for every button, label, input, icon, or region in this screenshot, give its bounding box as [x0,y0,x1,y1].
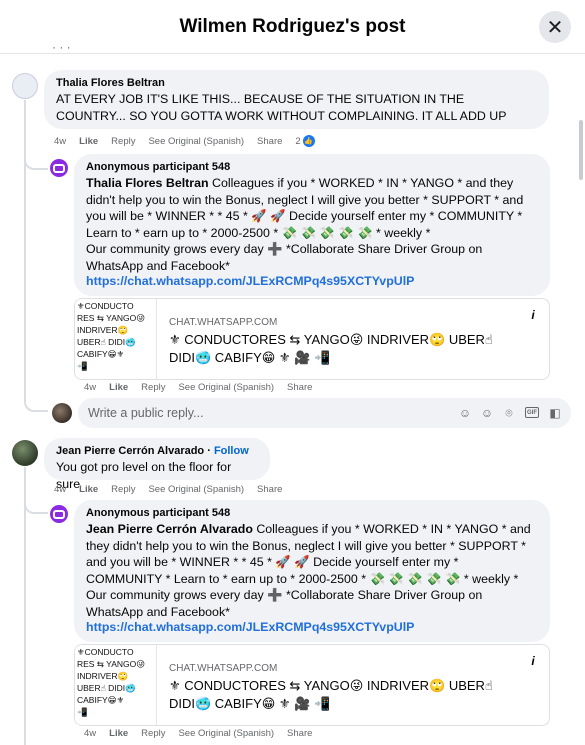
link-preview-thumbnail: ⚜CONDUCTO RES ⇆ YANGO😜 INDRIVER🙄 UBER☝ D… [75,645,157,725]
reply-button[interactable]: Reply [111,484,135,495]
like-reaction-icon: 👍 [302,135,315,147]
link-preview-domain: CHAT.WHATSAPP.COM [169,663,278,674]
like-button[interactable]: Like [109,728,128,739]
whatsapp-link[interactable]: https://chat.whatsapp.com/JLExRCMPq4s95X… [86,620,538,634]
comment-author[interactable]: Jean Pierre Cerrón Alvarado [56,445,204,457]
avatar[interactable] [12,440,38,466]
avatar-sticker-icon[interactable]: ☺ [458,406,472,420]
scrollbar[interactable] [579,120,583,180]
whatsapp-link[interactable]: https://chat.whatsapp.com/JLExRCMPq4s95X… [86,274,538,288]
reply-time[interactable]: 4w [84,382,96,393]
follow-button[interactable]: Follow [214,445,249,457]
thread-line [24,100,26,390]
reply-text: Thalia Flores Beltran Colleagues if you … [86,175,538,241]
thread-connector [24,390,48,412]
reply-author[interactable]: Anonymous participant 548 [86,507,538,519]
comment-text: AT EVERY JOB IT'S LIKE THIS... BECAUSE O… [56,92,507,123]
see-original-button[interactable]: See Original (Spanish) [148,136,244,147]
reply-text-2: Our community grows every day ➕ *Collabo… [86,588,483,619]
reply-actions: 4w Like Reply See Original (Spanish) Sha… [84,728,312,739]
close-icon[interactable]: ✕ [539,11,571,43]
gif-icon[interactable]: GIF [525,407,539,418]
reply-time[interactable]: 4w [84,728,96,739]
like-button[interactable]: Like [109,382,128,393]
like-button[interactable]: Like [79,136,98,147]
info-icon[interactable]: i [523,651,543,671]
anonymous-avatar-icon[interactable] [50,505,68,523]
reply-author[interactable]: Anonymous participant 548 [86,161,538,173]
avatar[interactable] [12,73,38,99]
reply-bubble: Anonymous participant 548 Jean Pierre Ce… [74,500,550,642]
reply-button[interactable]: Reply [111,136,135,147]
reaction-count[interactable]: 2 👍 [295,135,315,147]
camera-icon[interactable]: ⌾ [502,406,516,420]
anonymous-avatar-icon[interactable] [50,159,68,177]
reply-button[interactable]: Reply [141,728,165,739]
share-button[interactable]: Share [287,382,312,393]
info-icon[interactable]: i [523,305,543,325]
emoji-icon[interactable]: ☺ [480,406,494,420]
post-dialog-header: Wilmen Rodriguez's post ✕ [0,0,585,54]
previous-comment-peek: · · · [52,40,71,54]
mention-link[interactable]: Thalia Flores Beltran [86,176,209,190]
dialog-title: Wilmen Rodriguez's post [179,16,406,37]
comment-actions: 4w Like Reply See Original (Spanish) Sha… [54,135,315,147]
thread-connector [24,490,48,514]
current-user-avatar[interactable] [52,403,72,423]
link-preview-title: ⚜ CONDUCTORES ⇆ YANGO😜 INDRIVER🙄 UBER☝ D… [169,678,493,711]
reply-text: Jean Pierre Cerrón Alvarado Colleagues i… [86,521,538,587]
thread-connector [24,150,48,170]
link-preview-card[interactable]: ⚜CONDUCTO RES ⇆ YANGO😜 INDRIVER🙄 UBER☝ D… [74,298,550,380]
like-button[interactable]: Like [79,484,98,495]
comment-author[interactable]: Thalia Flores Beltran [56,77,537,89]
mention-link[interactable]: Jean Pierre Cerrón Alvarado [86,522,253,536]
link-preview-thumbnail: ⚜CONDUCTO RES ⇆ YANGO😜 INDRIVER🙄 UBER☝ D… [75,299,157,379]
sticker-icon[interactable]: ◧ [548,406,562,420]
share-button[interactable]: Share [257,136,282,147]
comment-actions: 4w Like Reply See Original (Spanish) Sha… [54,484,282,495]
reply-actions: 4w Like Reply See Original (Spanish) Sha… [84,382,312,393]
reply-bubble: Anonymous participant 548 Thalia Flores … [74,154,550,296]
share-button[interactable]: Share [287,728,312,739]
share-button[interactable]: Share [257,484,282,495]
link-preview-title: ⚜ CONDUCTORES ⇆ YANGO😜 INDRIVER🙄 UBER☝ D… [169,332,493,365]
comment-author-line: Jean Pierre Cerrón Alvarado · Follow [56,445,249,457]
link-preview-card[interactable]: ⚜CONDUCTO RES ⇆ YANGO😜 INDRIVER🙄 UBER☝ D… [74,644,550,726]
link-preview-domain: CHAT.WHATSAPP.COM [169,317,278,328]
reply-button[interactable]: Reply [141,382,165,393]
reply-input[interactable] [88,398,448,428]
comment-bubble: Thalia Flores Beltran AT EVERY JOB IT'S … [44,70,549,129]
reaction-number: 2 [295,135,301,147]
comment-bubble: Jean Pierre Cerrón Alvarado · Follow You… [44,438,270,491]
see-original-button[interactable]: See Original (Spanish) [178,382,274,393]
reply-composer: ☺ ☺ ⌾ GIF ◧ [78,398,571,428]
comment-time[interactable]: 4w [54,136,66,147]
reply-text-2: Our community grows every day ➕ *Collabo… [86,242,483,273]
see-original-button[interactable]: See Original (Spanish) [148,484,244,495]
comment-time[interactable]: 4w [54,484,66,495]
see-original-button[interactable]: See Original (Spanish) [178,728,274,739]
